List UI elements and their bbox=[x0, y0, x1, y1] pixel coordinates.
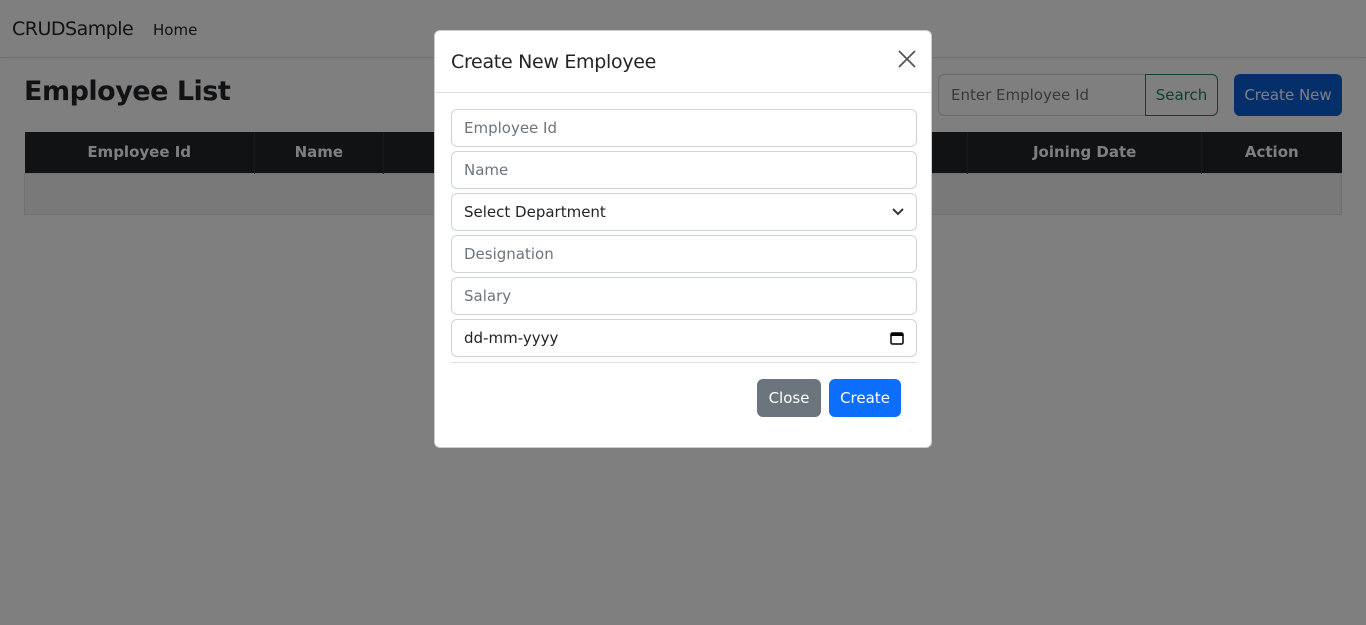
divider bbox=[451, 362, 917, 363]
modal-title: Create New Employee bbox=[451, 51, 657, 73]
chevron-down-icon bbox=[892, 208, 904, 216]
designation-input[interactable] bbox=[451, 235, 917, 273]
create-button[interactable]: Create bbox=[829, 379, 901, 417]
calendar-icon[interactable] bbox=[890, 331, 904, 345]
name-input[interactable] bbox=[451, 151, 917, 189]
date-placeholder: dd-mm-yyyy bbox=[464, 329, 559, 347]
close-icon[interactable] bbox=[897, 49, 917, 69]
department-select[interactable]: Select Department bbox=[451, 193, 917, 231]
joining-date-input[interactable]: dd-mm-yyyy bbox=[451, 319, 917, 357]
close-button[interactable]: Close bbox=[757, 379, 821, 417]
department-select-value: Select Department bbox=[464, 203, 606, 221]
employee-id-input[interactable] bbox=[451, 109, 917, 147]
salary-input[interactable] bbox=[451, 277, 917, 315]
modal-header: Create New Employee bbox=[435, 31, 931, 93]
create-employee-modal: Create New Employee Select Department dd… bbox=[434, 30, 932, 448]
